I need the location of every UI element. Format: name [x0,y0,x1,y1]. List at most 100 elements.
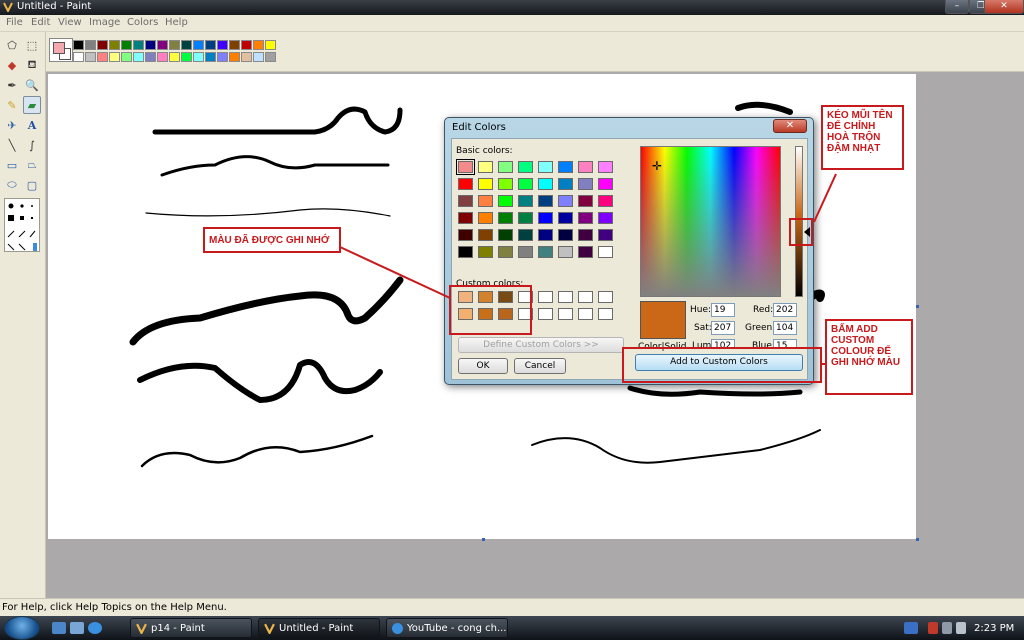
palette-swatch[interactable] [121,52,132,62]
basic-color-swatch[interactable] [558,212,573,224]
task-p14-paint[interactable]: p14 - Paint [130,618,252,638]
curve-icon[interactable]: ∫ [23,136,41,154]
color-picker-icon[interactable]: ✒ [3,76,21,94]
palette-swatch[interactable] [193,40,204,50]
palette-swatch[interactable] [253,40,264,50]
basic-color-swatch[interactable] [498,178,513,190]
palette-swatch[interactable] [181,40,192,50]
dialog-close-button[interactable]: ✕ [773,119,807,133]
basic-color-swatch[interactable] [538,195,553,207]
basic-color-swatch[interactable] [478,161,493,173]
menu-file[interactable]: File [6,17,23,28]
custom-color-swatch[interactable] [538,308,553,320]
task-youtube[interactable]: YouTube - cong ch... [386,618,508,638]
start-button[interactable] [4,616,40,640]
basic-color-swatch[interactable] [578,178,593,190]
internet-explorer-icon[interactable] [88,622,102,634]
basic-color-swatch[interactable] [518,161,533,173]
airbrush-icon[interactable]: ✈ [3,116,21,134]
palette-swatch[interactable] [181,52,192,62]
switch-windows-icon[interactable] [70,622,84,634]
basic-color-swatch[interactable] [598,212,613,224]
resize-handle-bottom[interactable] [482,538,485,541]
basic-color-swatch[interactable] [558,246,573,258]
define-custom-colors-button[interactable]: Define Custom Colors >> [458,337,624,353]
basic-color-swatch[interactable] [598,178,613,190]
polygon-icon[interactable]: ⏢ [23,156,41,174]
basic-color-swatch[interactable] [538,178,553,190]
basic-color-swatch[interactable] [558,195,573,207]
palette-swatch[interactable] [205,40,216,50]
palette-swatch[interactable] [121,40,132,50]
tray-alert-icon[interactable] [928,622,938,634]
basic-color-swatch[interactable] [478,195,493,207]
custom-color-swatch[interactable] [538,291,553,303]
ok-button[interactable]: OK [458,358,508,374]
basic-color-swatch[interactable] [498,212,513,224]
menu-edit[interactable]: Edit [31,17,50,28]
basic-color-swatch[interactable] [578,229,593,241]
palette-swatch[interactable] [253,52,264,62]
ellipse-icon[interactable]: ⬭ [3,176,21,194]
eraser-icon[interactable]: ◆ [3,56,21,74]
basic-color-swatch[interactable] [456,159,475,175]
basic-color-swatch[interactable] [478,212,493,224]
palette-swatch[interactable] [169,40,180,50]
custom-color-swatch[interactable] [598,308,613,320]
basic-color-swatch[interactable] [498,229,513,241]
basic-color-swatch[interactable] [558,161,573,173]
resize-handle-corner[interactable] [916,538,919,541]
tray-app-icon[interactable] [904,622,918,634]
basic-color-swatch[interactable] [498,195,513,207]
basic-color-swatch[interactable] [518,246,533,258]
hue-field[interactable]: 19 [711,303,735,317]
custom-color-swatch[interactable] [578,291,593,303]
menu-view[interactable]: View [58,17,82,28]
magnifier-icon[interactable]: 🔍 [23,76,41,94]
fill-bucket-icon[interactable]: ⛾ [23,56,41,74]
palette-swatch[interactable] [217,52,228,62]
rect-select-icon[interactable]: ⬚ [23,36,41,54]
custom-color-swatch[interactable] [558,308,573,320]
line-icon[interactable]: ╲ [3,136,21,154]
red-field[interactable]: 202 [773,303,797,317]
palette-swatch[interactable] [157,52,168,62]
basic-color-swatch[interactable] [498,161,513,173]
cancel-button[interactable]: Cancel [514,358,566,374]
basic-color-swatch[interactable] [578,161,593,173]
rounded-rect-icon[interactable]: ▢ [23,176,41,194]
custom-color-swatch[interactable] [598,291,613,303]
basic-color-swatch[interactable] [558,178,573,190]
menu-help[interactable]: Help [165,17,188,28]
basic-color-swatch[interactable] [558,229,573,241]
rectangle-icon[interactable]: ▭ [3,156,21,174]
palette-swatch[interactable] [85,52,96,62]
palette-swatch[interactable] [205,52,216,62]
palette-swatch[interactable] [241,52,252,62]
minimize-button[interactable]: – [945,0,969,14]
palette-swatch[interactable] [109,40,120,50]
palette-swatch[interactable] [73,40,84,50]
basic-color-swatch[interactable] [598,161,613,173]
palette-swatch[interactable] [97,52,108,62]
palette-swatch[interactable] [145,40,156,50]
basic-color-swatch[interactable] [518,178,533,190]
basic-color-swatch[interactable] [578,246,593,258]
palette-swatch[interactable] [169,52,180,62]
basic-color-swatch[interactable] [458,246,473,258]
brush-icon[interactable]: ▰ [23,96,41,114]
basic-color-swatch[interactable] [478,229,493,241]
pencil-icon[interactable]: ✎ [3,96,21,114]
palette-swatch[interactable] [217,40,228,50]
basic-color-swatch[interactable] [578,212,593,224]
basic-color-swatch[interactable] [598,246,613,258]
network-icon[interactable] [942,622,952,634]
palette-swatch[interactable] [241,40,252,50]
basic-color-swatch[interactable] [458,178,473,190]
palette-swatch[interactable] [265,52,276,62]
basic-color-swatch[interactable] [458,195,473,207]
palette-swatch[interactable] [229,52,240,62]
volume-icon[interactable] [956,622,966,634]
palette-swatch[interactable] [193,52,204,62]
basic-color-swatch[interactable] [578,195,593,207]
